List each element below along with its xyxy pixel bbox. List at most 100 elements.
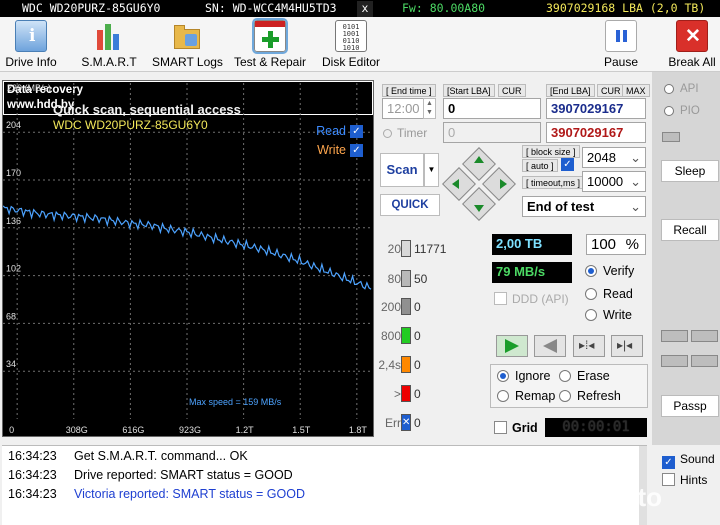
max-speed-label: Max speed = 159 MB/s [189, 397, 282, 407]
watermark-logo: Avito [582, 482, 712, 522]
stat-color-box [401, 385, 411, 402]
info-icon: i [15, 20, 47, 52]
stat-color-box [401, 327, 411, 344]
passp-button[interactable]: Passp [661, 395, 719, 417]
log-entry: 16:34:23 Get S.M.A.R.T. command... OK [8, 449, 248, 463]
sleep-button[interactable]: Sleep [661, 160, 719, 182]
grid-checkbox[interactable] [494, 421, 507, 434]
api-radio[interactable]: API [664, 83, 699, 95]
write-radio[interactable]: Write [585, 308, 632, 322]
start-lba-label: [Start LBA] [443, 84, 495, 97]
refresh-radio[interactable]: Refresh [559, 389, 621, 403]
end-lba-cur-button[interactable]: CUR [597, 84, 625, 97]
chevron-down-icon: ⌄ [630, 150, 641, 165]
arrow-down-icon [474, 205, 484, 212]
stat-color-box: ✕ [401, 414, 411, 431]
verify-radio[interactable]: Verify [585, 264, 634, 278]
erase-radio[interactable]: Erase [559, 369, 610, 383]
remap-radio[interactable]: Remap [497, 389, 555, 403]
plus-icon [252, 18, 288, 54]
timer-toggle[interactable]: Timer [383, 126, 427, 140]
close-drive-button[interactable]: x [357, 1, 373, 18]
test-repair-button[interactable]: Test & Repair [232, 18, 308, 72]
smart-button[interactable]: S.M.A.R.T [78, 20, 140, 72]
scanned-size: 2,00 TB [492, 234, 572, 255]
timer-input[interactable]: 0 [443, 122, 541, 143]
stat-row: 80 50 [387, 270, 428, 287]
y-axis-unit: 239 (MB/s) [7, 83, 52, 93]
ddd-checkbox[interactable] [494, 292, 507, 305]
quick-button[interactable]: QUICK [380, 194, 440, 216]
sidebar-small-button[interactable] [661, 355, 688, 367]
chevron-down-icon: ⌄ [630, 174, 641, 189]
rewind-button[interactable] [534, 335, 566, 357]
skip-button[interactable]: ▸⁞◂ [573, 335, 605, 357]
end-button[interactable]: ▸|◂ [611, 335, 643, 357]
navigation-pad [442, 147, 516, 221]
folder-icon [171, 20, 203, 52]
end-of-test-select[interactable]: End of test ⌄ [522, 196, 646, 217]
write-checkbox[interactable]: ✓ [350, 144, 363, 158]
y-tick-label: 136 [6, 216, 21, 226]
smart-logs-button[interactable]: SMART Logs [152, 20, 223, 72]
stat-row: 800 0 [380, 327, 421, 344]
x-tick-label: 1.2T [236, 425, 255, 435]
start-lba-input[interactable]: 0 [443, 98, 541, 119]
block-size-select[interactable]: 2048 ⌄ [582, 147, 646, 168]
serial-number: SN: WD-WCC4M4HU5TD3 [205, 1, 337, 15]
close-icon: ✕ [676, 20, 708, 52]
break-all-button[interactable]: ✕ Break All [664, 20, 720, 72]
recall-button[interactable]: Recall [661, 219, 719, 241]
disk-editor-button[interactable]: 0101 1001 0110 1010 Disk Editor [318, 20, 384, 72]
pause-button[interactable]: Pause [598, 20, 644, 72]
x-tick-label: 923G [179, 425, 201, 435]
end-lba-input[interactable]: 3907029167 [546, 98, 646, 119]
auto-label: [ auto ] [522, 159, 558, 172]
stat-color-box [401, 270, 411, 287]
sound-checkbox[interactable]: ✓ [662, 456, 675, 469]
chart-title: Quick scan, sequential access [53, 102, 241, 117]
right-sidebar: API PIO Sleep Recall Passp [652, 72, 720, 445]
drive-info-button[interactable]: i Drive Info [2, 20, 60, 72]
scan-button[interactable]: Scan [380, 153, 424, 187]
start-lba-cur-button[interactable]: CUR [498, 84, 526, 97]
legend-write[interactable]: Write ✓ [317, 143, 363, 158]
arrow-left-icon [452, 179, 459, 189]
indicator-led [662, 132, 680, 142]
y-tick-label: 68 [6, 311, 16, 321]
pio-radio[interactable]: PIO [664, 105, 700, 117]
chart-drive-model: WDC WD20PURZ-85GU6Y0 [53, 118, 208, 132]
scan-dropdown[interactable]: ▼ [424, 153, 439, 187]
x-tick-label: 308G [66, 425, 88, 435]
pause-icon [605, 20, 637, 52]
chevron-down-icon: ▼ [427, 165, 436, 174]
timeout-label: [ timeout,ms ] [522, 176, 585, 189]
play-button[interactable] [496, 335, 528, 357]
stat-row: 200 0 [380, 298, 421, 315]
arrow-up-icon [474, 156, 484, 163]
end-lba-label: [End LBA] [546, 84, 595, 97]
ignore-radio[interactable]: Ignore [497, 369, 550, 383]
sidebar-small-button[interactable] [661, 330, 688, 342]
main-toolbar: i Drive Info S.M.A.R.T SMART Logs Test &… [0, 17, 720, 72]
y-tick-label: 170 [6, 168, 21, 178]
end-lba-max-button[interactable]: MAX [622, 84, 650, 97]
ddd-api-toggle[interactable]: DDD (API) [494, 292, 569, 306]
legend-read[interactable]: Read ✓ [316, 124, 363, 139]
sidebar-small-button[interactable] [691, 355, 718, 367]
chevron-down-icon: ⌄ [630, 199, 641, 214]
sidebar-small-button[interactable] [691, 330, 718, 342]
grid-toggle[interactable]: Grid [494, 421, 538, 435]
read-checkbox[interactable]: ✓ [350, 125, 363, 139]
y-tick-label: 204 [6, 120, 21, 130]
read-radio[interactable]: Read [585, 287, 633, 301]
auto-checkbox[interactable]: ✓ [561, 158, 574, 171]
x-tick-label: 0 [9, 425, 14, 435]
sound-toggle[interactable]: ✓ Sound [662, 452, 715, 469]
progress-percent: 100% [586, 234, 646, 255]
end-lba-current: 3907029167 [546, 122, 646, 143]
lba-capacity: 3907029168 LBA (2,0 TB) [546, 1, 706, 15]
x-tick-label: 616G [122, 425, 144, 435]
timeout-select[interactable]: 10000 ⌄ [582, 171, 646, 192]
end-time-spinner[interactable]: ▲ ▼ [423, 98, 436, 119]
